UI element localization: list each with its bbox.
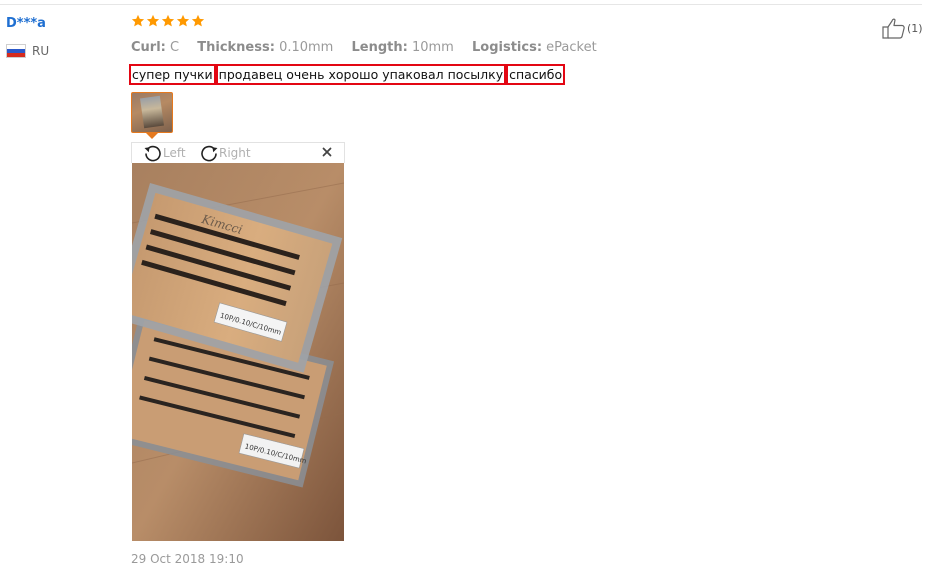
product-attributes: Curl: C Thickness: 0.10mm Length: 10mm L… bbox=[131, 40, 597, 55]
helpful-count: (1) bbox=[907, 21, 923, 35]
attr-curl-label: Curl: bbox=[131, 40, 166, 55]
review-text-segment: продавец очень хорошо упаковал посылку bbox=[215, 64, 507, 85]
photo-viewer-toolbar: Left Right bbox=[131, 142, 345, 163]
review-item: D***a RU Curl: C Thickness: 0.10mm Lengt… bbox=[0, 0, 928, 578]
helpful-button[interactable]: (1) bbox=[882, 17, 923, 39]
attr-thickness-label: Thickness: bbox=[197, 40, 275, 55]
russia-flag-icon bbox=[6, 44, 26, 58]
attr-curl-value: C bbox=[170, 40, 180, 55]
review-text: супер пучки продавец очень хорошо упаков… bbox=[129, 64, 566, 85]
review-date: 29 Oct 2018 19:10 bbox=[131, 552, 244, 566]
divider bbox=[0, 4, 922, 5]
rotate-left-label: Left bbox=[163, 146, 186, 160]
thumbnail-pointer bbox=[145, 132, 159, 139]
country-code: RU bbox=[32, 44, 50, 58]
thumbs-up-icon bbox=[882, 18, 905, 39]
star-rating bbox=[131, 14, 205, 28]
attr-logistics-label: Logistics: bbox=[471, 40, 543, 55]
review-photo-thumbnail[interactable] bbox=[131, 92, 173, 133]
review-text-segment: спасибо bbox=[506, 64, 566, 85]
reviewer-name[interactable]: D***a bbox=[6, 16, 46, 31]
rotate-left-icon bbox=[144, 145, 161, 162]
rotate-right-icon bbox=[201, 145, 218, 162]
review-text-segment: супер пучки bbox=[129, 64, 216, 85]
close-icon[interactable] bbox=[320, 145, 334, 159]
attr-length-label: Length: bbox=[351, 40, 408, 55]
star-icon bbox=[176, 14, 190, 27]
star-icon bbox=[161, 14, 175, 27]
attr-thickness-value: 0.10mm bbox=[279, 40, 334, 55]
star-icon bbox=[191, 14, 205, 27]
star-icon bbox=[146, 14, 160, 27]
attr-logistics-value: ePacket bbox=[546, 40, 597, 55]
review-photo-image: 10P/0.10/C/10mm Kimcci 10P/0.10/C/10mm bbox=[132, 163, 344, 541]
rotate-right-button[interactable]: Right bbox=[199, 144, 251, 162]
review-photo: 10P/0.10/C/10mm Kimcci 10P/0.10/C/10mm bbox=[132, 163, 344, 541]
attr-length-value: 10mm bbox=[411, 40, 454, 55]
reviewer-country: RU bbox=[6, 44, 49, 58]
rotate-left-button[interactable]: Left bbox=[143, 144, 186, 162]
rotate-right-label: Right bbox=[219, 146, 251, 160]
star-icon bbox=[131, 14, 145, 27]
